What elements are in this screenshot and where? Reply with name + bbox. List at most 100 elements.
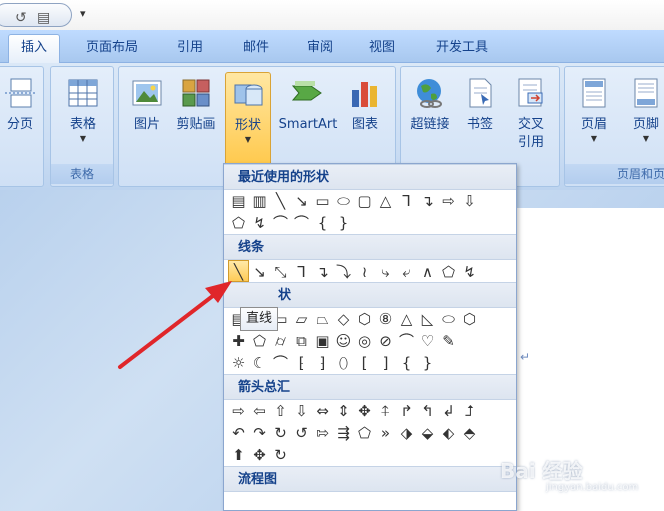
shape-option-icon[interactable]: ↱ (396, 400, 417, 422)
shape-option-icon[interactable]: ♡ (417, 330, 438, 352)
shape-option-icon[interactable]: ✥ (354, 400, 375, 422)
tab-references[interactable]: 引用 (166, 38, 214, 58)
shape-option-icon[interactable]: ↷ (249, 422, 270, 444)
shape-option-icon[interactable]: » (375, 422, 396, 444)
shape-option-icon[interactable]: ☼ (228, 352, 249, 374)
shapes-button[interactable]: 形状 ▼ (225, 72, 271, 166)
footer-button[interactable]: 页脚 ▼ (621, 72, 664, 164)
undo-icon[interactable]: ↺ (15, 10, 27, 26)
shape-option-icon[interactable]: ✚ (228, 330, 249, 352)
shape-option-icon[interactable]: ⌒ (291, 212, 312, 234)
tab-developer[interactable]: 开发工具 (426, 38, 498, 58)
shape-option-icon[interactable]: ⏢ (312, 308, 333, 330)
shape-option-icon[interactable]: ≀ (354, 261, 375, 283)
shape-option-icon[interactable]: ⤵ (333, 261, 354, 283)
shape-option-icon[interactable]: ╲ (228, 260, 249, 282)
shape-option-icon[interactable]: ⁆ (312, 352, 333, 374)
shape-option-icon[interactable]: ⊘ (375, 330, 396, 352)
shape-option-icon[interactable]: ↶ (228, 422, 249, 444)
shape-option-icon[interactable]: ✥ (249, 444, 270, 466)
shape-option-icon[interactable]: ◎ (354, 330, 375, 352)
shape-option-icon[interactable]: ↰ (417, 400, 438, 422)
shape-option-icon[interactable]: ⇰ (312, 422, 333, 444)
chart-button[interactable]: 图表 (341, 72, 389, 164)
shape-option-icon[interactable]: ⬘ (459, 422, 480, 444)
shape-option-icon[interactable]: ▢ (354, 190, 375, 212)
shape-option-icon[interactable]: ] (375, 352, 396, 374)
shape-option-icon[interactable]: ╲ (270, 190, 291, 212)
shape-option-icon[interactable]: ▥ (249, 190, 270, 212)
hyperlink-button[interactable]: 超链接 (403, 72, 457, 164)
shape-option-icon[interactable]: ↴ (312, 261, 333, 283)
shape-option-icon[interactable]: ☺ (333, 330, 354, 352)
shape-option-icon[interactable]: { (312, 212, 333, 234)
shape-option-icon[interactable]: ↻ (270, 422, 291, 444)
tab-mailings[interactable]: 邮件 (232, 38, 280, 58)
shape-option-icon[interactable]: ⬙ (417, 422, 438, 444)
shape-option-icon[interactable]: { (396, 352, 417, 374)
shape-option-icon[interactable]: ⬭ (438, 308, 459, 330)
shape-option-icon[interactable]: } (333, 212, 354, 234)
shape-option-icon[interactable]: ⬗ (396, 422, 417, 444)
shape-option-icon[interactable]: △ (375, 190, 396, 212)
shape-option-icon[interactable]: ⌒ (270, 352, 291, 374)
shape-option-icon[interactable]: ↘ (249, 261, 270, 283)
table-button[interactable]: 表格 ▼ (55, 72, 111, 164)
shape-option-icon[interactable]: ⮥ (459, 400, 480, 422)
picture-button[interactable]: 图片 (123, 72, 171, 164)
shape-option-icon[interactable]: ▱ (291, 308, 312, 330)
shape-option-icon[interactable]: ⇨ (228, 400, 249, 422)
shape-option-icon[interactable]: ⇕ (333, 400, 354, 422)
shape-option-icon[interactable]: ⑧ (375, 308, 396, 330)
shape-option-icon[interactable]: ⇩ (459, 190, 480, 212)
customize-qat-icon[interactable]: ▾ (80, 7, 86, 20)
shape-option-icon[interactable]: ◺ (417, 308, 438, 330)
shape-option-icon[interactable]: ⌒ (396, 330, 417, 352)
shape-option-icon[interactable]: ⇧ (270, 400, 291, 422)
shape-option-icon[interactable]: ↴ (417, 190, 438, 212)
tab-view[interactable]: 视图 (358, 38, 406, 58)
shape-option-icon[interactable]: ⬡ (459, 308, 480, 330)
shape-option-icon[interactable]: ⌭ (270, 330, 291, 352)
shape-option-icon[interactable]: ⌒ (270, 212, 291, 234)
shape-option-icon[interactable]: } (417, 352, 438, 374)
shape-option-icon[interactable]: ∧ (417, 261, 438, 283)
shape-option-icon[interactable]: ⁅ (291, 352, 312, 374)
shape-option-icon[interactable]: ↻ (270, 444, 291, 466)
shape-option-icon[interactable]: ⬆ (228, 444, 249, 466)
shape-option-icon[interactable]: ↲ (438, 400, 459, 422)
shape-option-icon[interactable]: ⬭ (333, 190, 354, 212)
shape-option-icon[interactable]: ⬠ (438, 261, 459, 283)
tab-page-layout[interactable]: 页面布局 (76, 38, 148, 58)
shape-option-icon[interactable]: ⬠ (249, 330, 270, 352)
shape-option-icon[interactable]: ⬯ (333, 352, 354, 374)
shape-option-icon[interactable]: ↘ (291, 190, 312, 212)
clipart-button[interactable]: 剪贴画 (171, 72, 221, 164)
shape-option-icon[interactable]: ⇨ (438, 190, 459, 212)
shape-option-icon[interactable]: ⇔ (312, 400, 333, 422)
shape-option-icon[interactable]: ⍏ (375, 400, 396, 422)
shape-option-icon[interactable]: ⧉ (291, 330, 312, 352)
shape-option-icon[interactable]: ▣ (312, 330, 333, 352)
shape-option-icon[interactable]: ↯ (459, 261, 480, 283)
shape-option-icon[interactable]: ↯ (249, 212, 270, 234)
tab-insert[interactable]: 插入 (8, 34, 60, 63)
shape-option-icon[interactable]: ⤡ (270, 261, 291, 283)
shape-option-icon[interactable]: ⇩ (291, 400, 312, 422)
shape-option-icon[interactable]: ⅂ (396, 190, 417, 212)
shape-option-icon[interactable]: ⅂ (291, 261, 312, 283)
shape-option-icon[interactable]: ⬖ (438, 422, 459, 444)
shape-option-icon[interactable]: △ (396, 308, 417, 330)
page-break-button[interactable]: 分页 (1, 72, 39, 164)
shape-option-icon[interactable]: ⤷ (375, 261, 396, 283)
shape-option-icon[interactable]: ⤶ (396, 261, 417, 283)
bookmark-button[interactable]: 书签 (457, 72, 503, 164)
shape-option-icon[interactable]: ☾ (249, 352, 270, 374)
shape-option-icon[interactable]: ⇦ (249, 400, 270, 422)
shape-option-icon[interactable]: ✎ (438, 330, 459, 352)
shape-option-icon[interactable]: [ (354, 352, 375, 374)
shape-option-icon[interactable]: ⬡ (354, 308, 375, 330)
shape-option-icon[interactable]: ⇶ (333, 422, 354, 444)
shape-option-icon[interactable]: ⬠ (354, 422, 375, 444)
header-button[interactable]: 页眉 ▼ (569, 72, 619, 164)
